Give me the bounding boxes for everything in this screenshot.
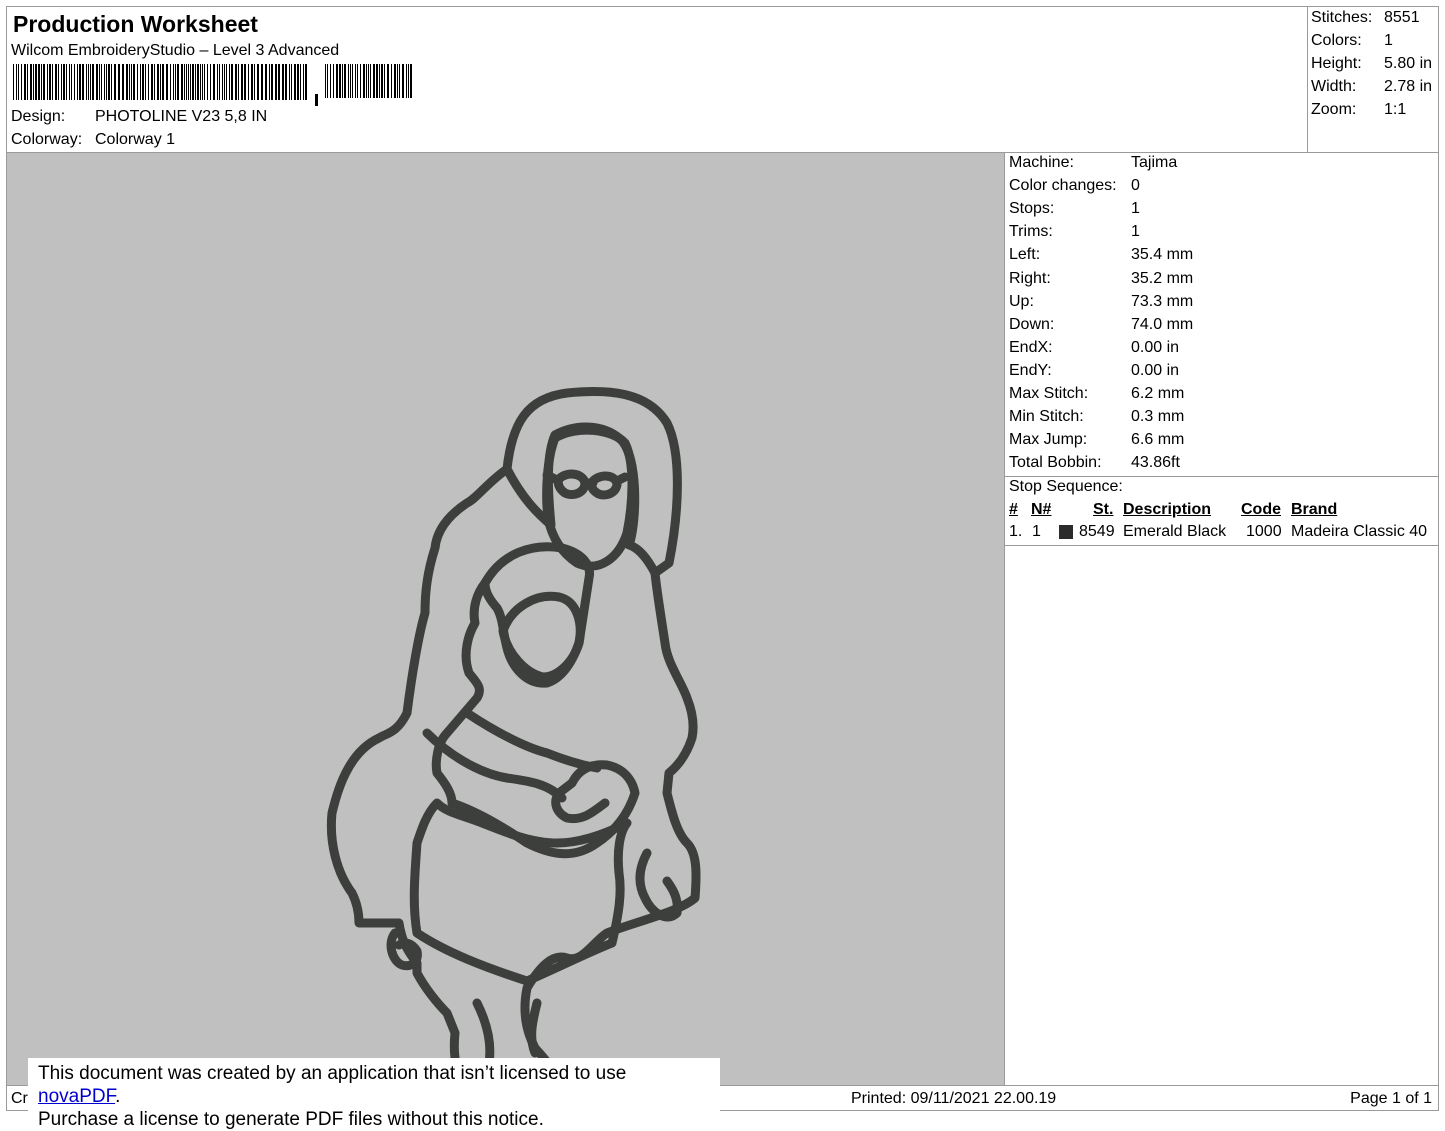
design-label: Design: — [11, 108, 66, 125]
detail-value: 6.6 mm — [1131, 431, 1185, 449]
summary-value: 8551 — [1384, 9, 1420, 26]
detail-label: Color changes: — [1009, 177, 1117, 195]
summary-value: 2.78 in — [1384, 78, 1433, 95]
detail-value: 1 — [1131, 223, 1140, 241]
summary-label: Stitches: — [1311, 9, 1373, 26]
glasses — [542, 469, 630, 500]
page-title: Production Worksheet — [13, 11, 258, 37]
summary-label: Colors: — [1311, 32, 1362, 49]
stop-sequence-title: Stop Sequence: — [1009, 478, 1123, 495]
seq-row-brand: Madeira Classic 40 — [1291, 523, 1428, 540]
summary-panel: Stitches: 8551 Colors: 1 Height: 5.80 in Width… — [1307, 6, 1439, 153]
detail-value: 0.00 in — [1131, 338, 1180, 356]
detail-label: Max Stitch: — [1009, 385, 1089, 402]
detail-label: Right: — [1009, 269, 1051, 287]
summary-label: Height: — [1311, 55, 1362, 72]
detail-value: 0.00 in — [1131, 361, 1180, 379]
detail-value: 0 — [1131, 177, 1140, 195]
seq-row-n: 1 — [1032, 523, 1041, 540]
torso-bag — [409, 798, 632, 986]
detail-value: 43.86ft — [1131, 454, 1180, 472]
color-swatch — [1059, 525, 1073, 539]
detail-value: 6.2 mm — [1131, 385, 1185, 402]
details-panel: Machine: Tajima Color changes: 0 Stops: 1 Trim… — [1004, 152, 1439, 477]
detail-label: EndX: — [1009, 338, 1053, 356]
right-empty-panel — [1004, 545, 1439, 1086]
col-header-st: St. — [1093, 501, 1114, 518]
detail-label: EndY: — [1009, 361, 1052, 379]
design-preview — [6, 152, 1005, 1086]
seq-row-description: Emerald Black — [1123, 523, 1227, 540]
detail-label: Down: — [1009, 315, 1055, 333]
notice-text: This document was created by an applicat… — [38, 1063, 627, 1084]
col-header-n: N# — [1031, 501, 1052, 518]
col-header-brand: Brand — [1291, 501, 1338, 518]
detail-value: 0.3 mm — [1131, 408, 1185, 426]
software-name: Wilcom EmbroideryStudio – Level 3 Advanc… — [11, 42, 340, 59]
barcode — [13, 64, 412, 106]
page-number: Page 1 of 1 — [1350, 1090, 1432, 1107]
printed-date: Printed: 09/11/2021 22.00.19 — [851, 1090, 1057, 1107]
detail-value: 35.2 mm — [1131, 269, 1194, 287]
seq-row-st: 8549 — [1079, 523, 1115, 540]
detail-value: Tajima — [1131, 154, 1178, 171]
detail-label: Stops: — [1009, 200, 1055, 218]
detail-label: Max Jump: — [1009, 431, 1088, 449]
seq-row-num: 1. — [1009, 523, 1023, 540]
detail-label: Trims: — [1009, 223, 1053, 241]
colorway-label: Colorway: — [11, 131, 83, 148]
summary-value: 1 — [1384, 32, 1393, 49]
detail-label: Total Bobbin: — [1009, 454, 1102, 472]
col-header-code: Code — [1241, 501, 1281, 518]
detail-value: 74.0 mm — [1131, 315, 1194, 333]
summary-value: 1:1 — [1384, 101, 1407, 118]
notice-line-1: This document was created by an applicat… — [38, 1062, 712, 1108]
col-header-description: Description — [1123, 501, 1212, 518]
detail-label: Left: — [1009, 246, 1041, 264]
detail-value: 1 — [1131, 200, 1140, 218]
design-value: PHOTOLINE V23 5,8 IN — [95, 108, 268, 125]
footer-left-text: Cr — [11, 1090, 28, 1107]
header-panel: Production Worksheet Wilcom EmbroiderySt… — [6, 6, 1308, 153]
detail-label: Min Stitch: — [1009, 408, 1084, 426]
col-header-num: # — [1009, 501, 1018, 518]
embroidery-design — [326, 387, 701, 1085]
summary-value: 5.80 in — [1384, 55, 1433, 72]
detail-label: Up: — [1009, 292, 1034, 310]
stop-sequence-panel: Stop Sequence: # N# St. Description Code… — [1004, 476, 1439, 546]
summary-label: Width: — [1311, 78, 1357, 95]
detail-value: 73.3 mm — [1131, 292, 1194, 310]
colorway-value: Colorway 1 — [95, 131, 176, 148]
summary-label: Zoom: — [1311, 101, 1357, 118]
novapdf-link[interactable]: novaPDF — [38, 1086, 115, 1107]
notice-period: . — [115, 1086, 121, 1107]
license-notice: This document was created by an applicat… — [28, 1058, 720, 1130]
seq-row-code: 1000 — [1246, 523, 1282, 540]
detail-label: Machine: — [1009, 154, 1074, 171]
detail-value: 35.4 mm — [1131, 246, 1194, 264]
notice-line-2: Purchase a license to generate PDF files… — [38, 1109, 544, 1130]
